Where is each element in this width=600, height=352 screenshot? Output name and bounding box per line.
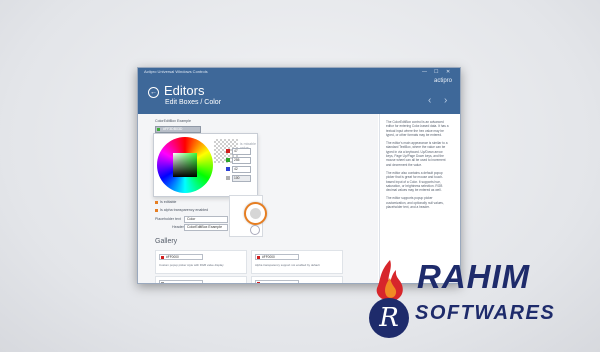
- gallery-card[interactable]: #FF0000 Alpha transparency support not e…: [251, 250, 343, 274]
- maximize-button[interactable]: ☐: [434, 68, 438, 76]
- color-swatch: [157, 128, 160, 131]
- description-paragraph: The editor supports popup picker customi…: [386, 196, 444, 210]
- description-paragraph: The editor's main appearance is similar …: [386, 141, 448, 167]
- gallery-color-box[interactable]: #FF0000: [159, 254, 203, 260]
- color-edit-box[interactable]: #FF3DB03D: [155, 126, 201, 133]
- page-subtitle: Edit Boxes / Color: [165, 99, 222, 106]
- red-channel-input[interactable]: 47: [232, 148, 251, 155]
- app-window: Actipro Universal Windows Controls — ☐ ✕…: [137, 67, 461, 284]
- gallery-color-box[interactable]: [255, 280, 299, 283]
- saturation-brightness-square[interactable]: [173, 153, 197, 177]
- checkbox-checked-icon: [155, 200, 158, 204]
- header-label: Header: [172, 225, 184, 229]
- flame-icon: [376, 260, 403, 301]
- watermark-logo: R RAHIM SOFTWARES: [365, 258, 585, 340]
- window-title: Actipro Universal Windows Controls: [144, 69, 208, 74]
- description-paragraph: The ColorEditBox control is an advanced …: [386, 120, 449, 137]
- example-label: ColorEditBox Example: [155, 119, 191, 123]
- close-button[interactable]: ✕: [446, 68, 450, 76]
- header-input[interactable]: ColorEditBox Example: [184, 224, 228, 231]
- back-arrow-icon[interactable]: ←: [148, 87, 159, 98]
- color-value: #FF3DB03D: [163, 127, 183, 131]
- gallery-color-box[interactable]: [159, 280, 203, 283]
- placeholder-label: Placeholder text: [155, 217, 181, 221]
- green-swatch: [226, 158, 230, 162]
- blue-channel-input[interactable]: 42: [232, 166, 251, 173]
- alpha-channel-input[interactable]: 100: [232, 175, 251, 182]
- red-swatch: [161, 255, 164, 259]
- description-text: The ColorEditBox control is an advanced …: [386, 120, 450, 213]
- gallery-caption: Custom popup picker style with RGB value…: [159, 263, 224, 267]
- gallery-caption: Alpha transparency support not enabled b…: [255, 263, 320, 267]
- blue-swatch: [226, 167, 230, 171]
- previous-icon[interactable]: ‹: [428, 95, 431, 106]
- gallery-card[interactable]: [155, 276, 247, 283]
- red-swatch: [226, 149, 230, 153]
- title-bar: Actipro Universal Windows Controls — ☐ ✕: [138, 68, 460, 76]
- alpha-option[interactable]: Is alpha transparency enabled: [155, 208, 208, 212]
- red-swatch: [257, 255, 260, 259]
- description-paragraph: The editor also contains a default popup…: [386, 170, 444, 193]
- page-title: Editors: [164, 83, 205, 98]
- alpha-swatch: [226, 176, 230, 180]
- option-label: Is alpha transparency enabled: [160, 208, 209, 212]
- demo-area: ColorEditBox Example #FF3DB03D is mixabl…: [138, 114, 378, 283]
- next-icon[interactable]: ›: [444, 95, 447, 106]
- gallery-card[interactable]: #FF0000 Custom popup picker style with R…: [155, 250, 247, 274]
- brand-logo: actipro: [433, 78, 452, 84]
- gallery-title: Gallery: [155, 238, 178, 245]
- option-label: Is editable: [160, 200, 177, 204]
- hue-wheel[interactable]: [157, 137, 213, 193]
- watermark-line1: RAHIM: [417, 258, 531, 295]
- gallery-color-box[interactable]: #FF0000: [255, 254, 299, 260]
- watermark-line2: SOFTWARES: [415, 302, 556, 324]
- green-channel-input[interactable]: 255: [232, 157, 251, 164]
- alpha-dial[interactable]: [244, 202, 267, 225]
- color-picker-popup: is mixable value 47 255 42 100: [153, 133, 258, 197]
- side-picker-preview: [229, 195, 267, 237]
- minimize-button[interactable]: —: [422, 68, 427, 76]
- placeholder-input[interactable]: Color: [184, 216, 228, 223]
- editable-option[interactable]: Is editable: [155, 200, 176, 204]
- dial-handle[interactable]: [250, 225, 260, 235]
- page-header: ← Editors Edit Boxes / Color actipro ‹ ›: [138, 76, 460, 114]
- r-badge: R: [369, 298, 409, 338]
- gallery-card[interactable]: [251, 276, 343, 283]
- checkbox-checked-icon: [155, 208, 158, 212]
